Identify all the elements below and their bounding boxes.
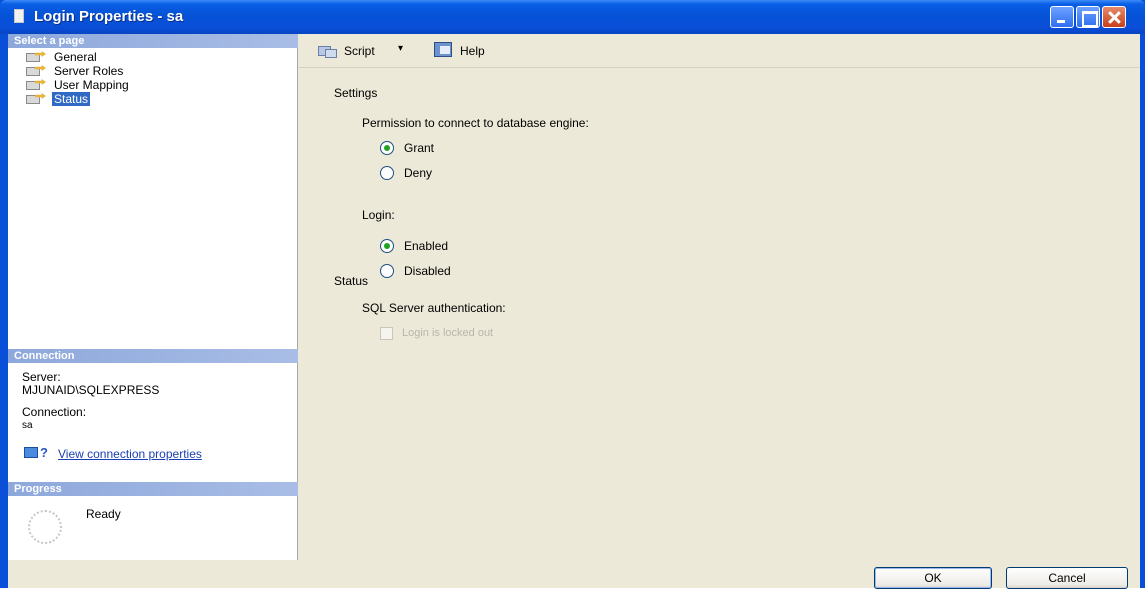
connection-value: sa — [22, 420, 33, 431]
server-value: MJUNAID\SQLEXPRESS — [22, 383, 160, 397]
left-panel: Select a page General Server Roles User … — [8, 34, 298, 560]
page-item-label: User Mapping — [54, 78, 129, 92]
page-list: General Server Roles User Mapping Status — [18, 50, 131, 106]
deny-radio-label: Deny — [404, 166, 433, 180]
connection-label: Connection: — [22, 405, 87, 419]
grant-radio-label: Grant — [404, 141, 435, 155]
settings-title: Settings — [334, 86, 378, 100]
toolbar: Script ▾ Help — [298, 34, 1140, 68]
permission-label: Permission to connect to database engine… — [362, 116, 589, 130]
deny-radio-button[interactable] — [380, 166, 394, 180]
right-panel: Script ▾ Help Settings Permission to con… — [298, 34, 1140, 560]
view-connection-properties-link[interactable]: ? View connection properties — [24, 445, 202, 462]
connection-properties-icon: ? — [24, 445, 52, 461]
page-item-user-mapping[interactable]: User Mapping — [18, 78, 131, 92]
maximize-button[interactable] — [1076, 6, 1100, 28]
select-page-header: Select a page — [8, 34, 298, 48]
ok-button[interactable]: OK — [874, 567, 992, 589]
enabled-radio-label: Enabled — [404, 239, 449, 253]
title-bar[interactable]: Login Properties - sa — [0, 0, 1145, 34]
script-dropdown-icon[interactable]: ▾ — [398, 43, 403, 54]
help-button[interactable]: Help — [460, 44, 485, 58]
page-icon — [26, 51, 48, 63]
disabled-radio-label: Disabled — [404, 264, 451, 278]
page-item-label: General — [54, 50, 97, 64]
progress-spinner-icon — [28, 510, 62, 544]
locked-out-checkbox — [380, 327, 393, 340]
page-icon — [26, 65, 48, 77]
progress-header: Progress — [8, 482, 298, 496]
page-item-general[interactable]: General — [18, 50, 131, 64]
connection-header: Connection — [8, 349, 298, 363]
login-label: Login: — [362, 208, 395, 222]
page-item-label: Status — [52, 92, 91, 106]
minimize-button[interactable] — [1050, 6, 1074, 28]
help-icon[interactable] — [434, 42, 454, 59]
cancel-button[interactable]: Cancel — [1006, 567, 1128, 589]
page-icon — [26, 79, 48, 91]
progress-status-text: Ready — [86, 507, 121, 521]
window-title: Login Properties - sa — [34, 8, 184, 25]
connection-info: Server: MJUNAID\SQLEXPRESS Connection: s… — [22, 371, 159, 432]
page-icon — [26, 93, 48, 105]
grant-radio-button[interactable] — [380, 141, 394, 155]
status-title: Status — [334, 274, 369, 288]
sql-auth-label: SQL Server authentication: — [362, 301, 506, 315]
script-button[interactable]: Script — [344, 44, 375, 58]
enabled-radio-button[interactable] — [380, 239, 394, 253]
page-item-server-roles[interactable]: Server Roles — [18, 64, 131, 78]
login-properties-window: Login Properties - sa Select a page Gene… — [0, 0, 1145, 589]
view-connection-properties-label: View connection properties — [58, 447, 202, 461]
page-item-label: Server Roles — [54, 64, 124, 78]
locked-out-label: Login is locked out — [402, 327, 494, 339]
page-item-status[interactable]: Status — [18, 92, 131, 106]
window-icon — [14, 9, 24, 23]
disabled-radio-button[interactable] — [380, 264, 394, 278]
script-icon[interactable] — [318, 44, 340, 58]
close-button[interactable] — [1102, 6, 1126, 28]
